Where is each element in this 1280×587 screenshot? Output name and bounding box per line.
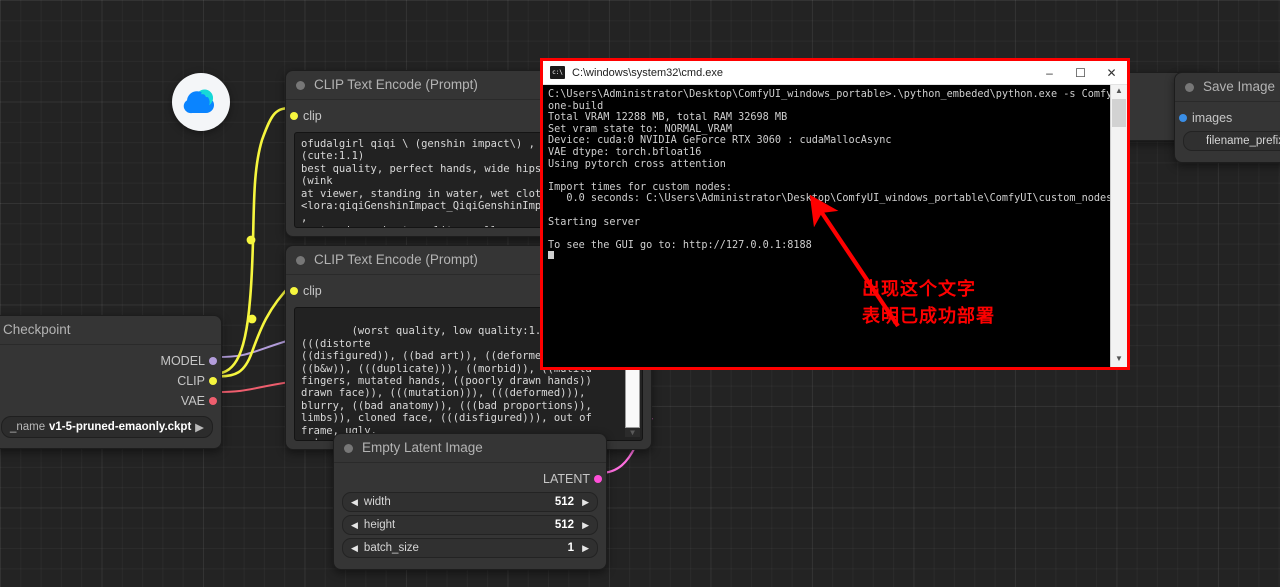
input-dot-clip-icon[interactable] (290, 287, 298, 295)
input-port-images[interactable]: images (1175, 108, 1280, 128)
chevron-right-icon[interactable]: ▶ (195, 420, 204, 434)
cmd-scrollbar-thumb[interactable] (1112, 99, 1126, 127)
input-dot-clip-icon[interactable] (290, 112, 298, 120)
widget-batch-size-label: batch_size (363, 542, 419, 554)
cloud-logo-glyph (183, 89, 214, 114)
input-dot-images-icon[interactable] (1179, 114, 1187, 122)
cmd-scrollbar-track[interactable] (1112, 127, 1126, 353)
close-icon[interactable]: ✕ (1096, 61, 1127, 84)
node-latent-body: LATENT ◀ width 512 ▶ ◀ height 512 ▶ ◀ ba… (334, 463, 606, 569)
output-port-clip[interactable]: CLIP (0, 371, 221, 391)
node-latent-title-label: Empty Latent Image (362, 440, 483, 455)
cmd-output-lines: C:\Users\Administrator\Desktop\ComfyUI_w… (548, 89, 1110, 251)
link-clip-positive (212, 106, 293, 376)
node-save-image[interactable]: Save Image images filename_prefix (1174, 72, 1280, 163)
node-latent-title[interactable]: Empty Latent Image (334, 434, 606, 463)
output-port-model[interactable]: MODEL (0, 351, 221, 371)
node-clip-negative-title-label: CLIP Text Encode (Prompt) (314, 252, 478, 267)
widget-ckpt-name-label: _name (10, 421, 46, 433)
node-checkpoint-title[interactable]: Checkpoint (0, 316, 221, 345)
node-checkpoint-title-label: Checkpoint (3, 322, 71, 337)
scroll-up-arrow-icon[interactable]: ▲ (1115, 85, 1123, 99)
link-midpoint-dot (246, 235, 256, 245)
widget-batch-size[interactable]: ◀ batch_size 1 ▶ (342, 538, 598, 558)
cmd-body[interactable]: C:\Users\Administrator\Desktop\ComfyUI_w… (543, 85, 1127, 367)
output-port-clip-label: CLIP (177, 374, 205, 388)
input-port-clip-negative-label: clip (303, 284, 322, 298)
output-port-latent[interactable]: LATENT (334, 469, 606, 489)
widget-width-label: width (363, 496, 391, 508)
maximize-icon[interactable]: ☐ (1065, 61, 1096, 84)
node-checkpoint-body: MODEL CLIP VAE _name v1-5-pruned-emaonly… (0, 345, 221, 448)
cmd-title-bar[interactable]: c:\ C:\windows\system32\cmd.exe – ☐ ✕ (543, 61, 1127, 85)
node-save-image-title[interactable]: Save Image (1175, 73, 1280, 102)
input-port-images-label: images (1192, 111, 1233, 125)
increment-arrow-icon[interactable]: ▶ (582, 520, 589, 530)
node-save-image-title-label: Save Image (1203, 79, 1276, 94)
node-clip-positive-title-label: CLIP Text Encode (Prompt) (314, 77, 478, 92)
node-save-image-body: images filename_prefix (1175, 102, 1280, 162)
cmd-scrollbar[interactable]: ▲ ▼ (1110, 85, 1127, 367)
widget-width-value: 512 (554, 496, 575, 508)
minimize-icon[interactable]: – (1034, 61, 1065, 84)
widget-filename-prefix[interactable]: filename_prefix (1183, 131, 1280, 151)
widget-height-label: height (363, 519, 396, 531)
output-port-model-label: MODEL (160, 354, 205, 368)
widget-height[interactable]: ◀ height 512 ▶ (342, 515, 598, 535)
scroll-down-arrow-icon[interactable]: ▼ (630, 429, 635, 437)
widget-ckpt-name[interactable]: _name v1-5-pruned-emaonly.ckpt ▶ (1, 416, 213, 438)
cmd-output-text[interactable]: C:\Users\Administrator\Desktop\ComfyUI_w… (543, 85, 1110, 367)
scroll-down-arrow-icon[interactable]: ▼ (1115, 353, 1123, 367)
collapse-dot-icon[interactable] (296, 80, 305, 90)
input-port-clip-positive-label: clip (303, 109, 322, 123)
decrement-arrow-icon[interactable]: ◀ (351, 497, 358, 507)
increment-arrow-icon[interactable]: ▶ (582, 543, 589, 553)
annotation-text: 出现这个文字 表明已成功部署 (862, 276, 995, 330)
output-dot-latent-icon[interactable] (594, 475, 602, 483)
node-checkpoint[interactable]: Checkpoint MODEL CLIP VAE _name v1-5-pru… (0, 315, 222, 449)
output-port-vae[interactable]: VAE (0, 391, 221, 411)
widget-width[interactable]: ◀ width 512 ▶ (342, 492, 598, 512)
cmd-window-inner: c:\ C:\windows\system32\cmd.exe – ☐ ✕ C:… (543, 61, 1127, 367)
cloud-logo-icon (172, 73, 230, 131)
collapse-dot-icon[interactable] (296, 255, 305, 265)
collapse-dot-icon[interactable] (344, 443, 353, 453)
output-port-vae-label: VAE (180, 394, 205, 408)
link-midpoint-dot (247, 314, 257, 324)
cmd-title-label: C:\windows\system32\cmd.exe (572, 66, 723, 79)
widget-filename-prefix-label: filename_prefix (1206, 135, 1280, 147)
output-dot-vae-icon[interactable] (209, 397, 217, 405)
annotation-line-1: 出现这个文字 (862, 279, 976, 300)
increment-arrow-icon[interactable]: ▶ (582, 497, 589, 507)
workflow-canvas[interactable]: Checkpoint MODEL CLIP VAE _name v1-5-pru… (0, 0, 1280, 587)
output-port-latent-label: LATENT (543, 472, 590, 486)
annotation-line-2: 表明已成功部署 (862, 306, 995, 327)
widget-height-value: 512 (554, 519, 575, 531)
output-dot-clip-icon[interactable] (209, 377, 217, 385)
decrement-arrow-icon[interactable]: ◀ (351, 543, 358, 553)
window-controls: – ☐ ✕ (1034, 61, 1127, 84)
node-empty-latent-image[interactable]: Empty Latent Image LATENT ◀ width 512 ▶ … (333, 433, 607, 570)
widget-batch-size-value: 1 (567, 542, 575, 554)
link-clip-negative (212, 283, 293, 378)
widget-ckpt-name-value: v1-5-pruned-emaonly.ckpt (49, 421, 192, 433)
cursor-caret-icon (548, 251, 554, 260)
output-dot-model-icon[interactable] (209, 357, 217, 365)
cmd-icon: c:\ (550, 66, 565, 79)
decrement-arrow-icon[interactable]: ◀ (351, 520, 358, 530)
cmd-console-window[interactable]: c:\ C:\windows\system32\cmd.exe – ☐ ✕ C:… (540, 58, 1130, 370)
collapse-dot-icon[interactable] (1185, 82, 1194, 92)
